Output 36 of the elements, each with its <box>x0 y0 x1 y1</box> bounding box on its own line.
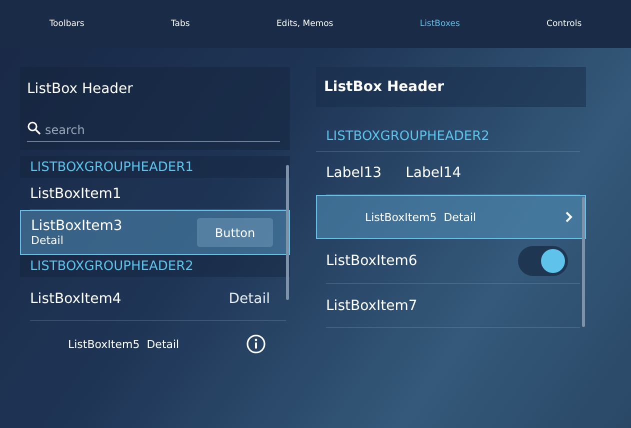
header-title: ListBox Header <box>316 67 586 107</box>
item-label: ListBoxItem7 <box>326 298 418 314</box>
list-item[interactable]: ListBoxItem6 <box>326 239 580 284</box>
chevron-icon <box>565 211 573 223</box>
group-header: LISTBOXGROUPHEADER2 <box>20 255 290 277</box>
group-header: LISTBOXGROUPHEADER2 <box>316 121 580 152</box>
search-field[interactable]: search <box>27 123 280 142</box>
search-icon <box>27 121 41 135</box>
nav-tab[interactable]: Controls <box>544 17 584 31</box>
item-label: ListBoxItem5 Detail <box>67 338 180 350</box>
nav-tab[interactable]: Toolbars <box>47 17 86 31</box>
item-label: ListBoxItem6 <box>326 253 418 269</box>
item-detail: Detail <box>31 234 64 247</box>
scrollbar[interactable] <box>286 165 289 300</box>
item-label: ListBoxItem3 <box>31 218 124 234</box>
nav-tab[interactable]: Tabs <box>168 17 192 31</box>
item-detail: Detail <box>228 290 270 306</box>
item-label: ListBoxItem5 Detail <box>364 210 478 224</box>
group-header: LISTBOXGROUPHEADER1 <box>20 156 290 178</box>
item-label: Label14 <box>406 165 462 181</box>
list-item[interactable]: Label13 Label14 <box>326 152 580 195</box>
nav-tab[interactable]: Edits, Memos <box>274 17 336 31</box>
item-label: ListBoxItem1 <box>30 186 122 202</box>
item-label: Label13 <box>326 165 382 181</box>
item-button[interactable]: Button <box>197 218 273 247</box>
list-item[interactable]: ListBoxItem7 <box>326 284 580 328</box>
nav-tab[interactable]: ListBoxes <box>418 17 462 31</box>
item-label: ListBoxItem4 <box>30 290 122 306</box>
scrollbar[interactable] <box>582 197 585 327</box>
list-item[interactable]: ListBoxItem5 Detail <box>316 195 586 239</box>
header-title: ListBox Header <box>27 81 134 97</box>
info-icon[interactable] <box>246 334 266 354</box>
list-item[interactable]: ListBoxItem5 Detail <box>30 321 286 367</box>
list-item[interactable]: ListBoxItem3 Detail Button <box>20 210 290 255</box>
toggle-switch[interactable] <box>518 246 568 276</box>
list-item[interactable]: ListBoxItem4 Detail <box>30 277 286 321</box>
